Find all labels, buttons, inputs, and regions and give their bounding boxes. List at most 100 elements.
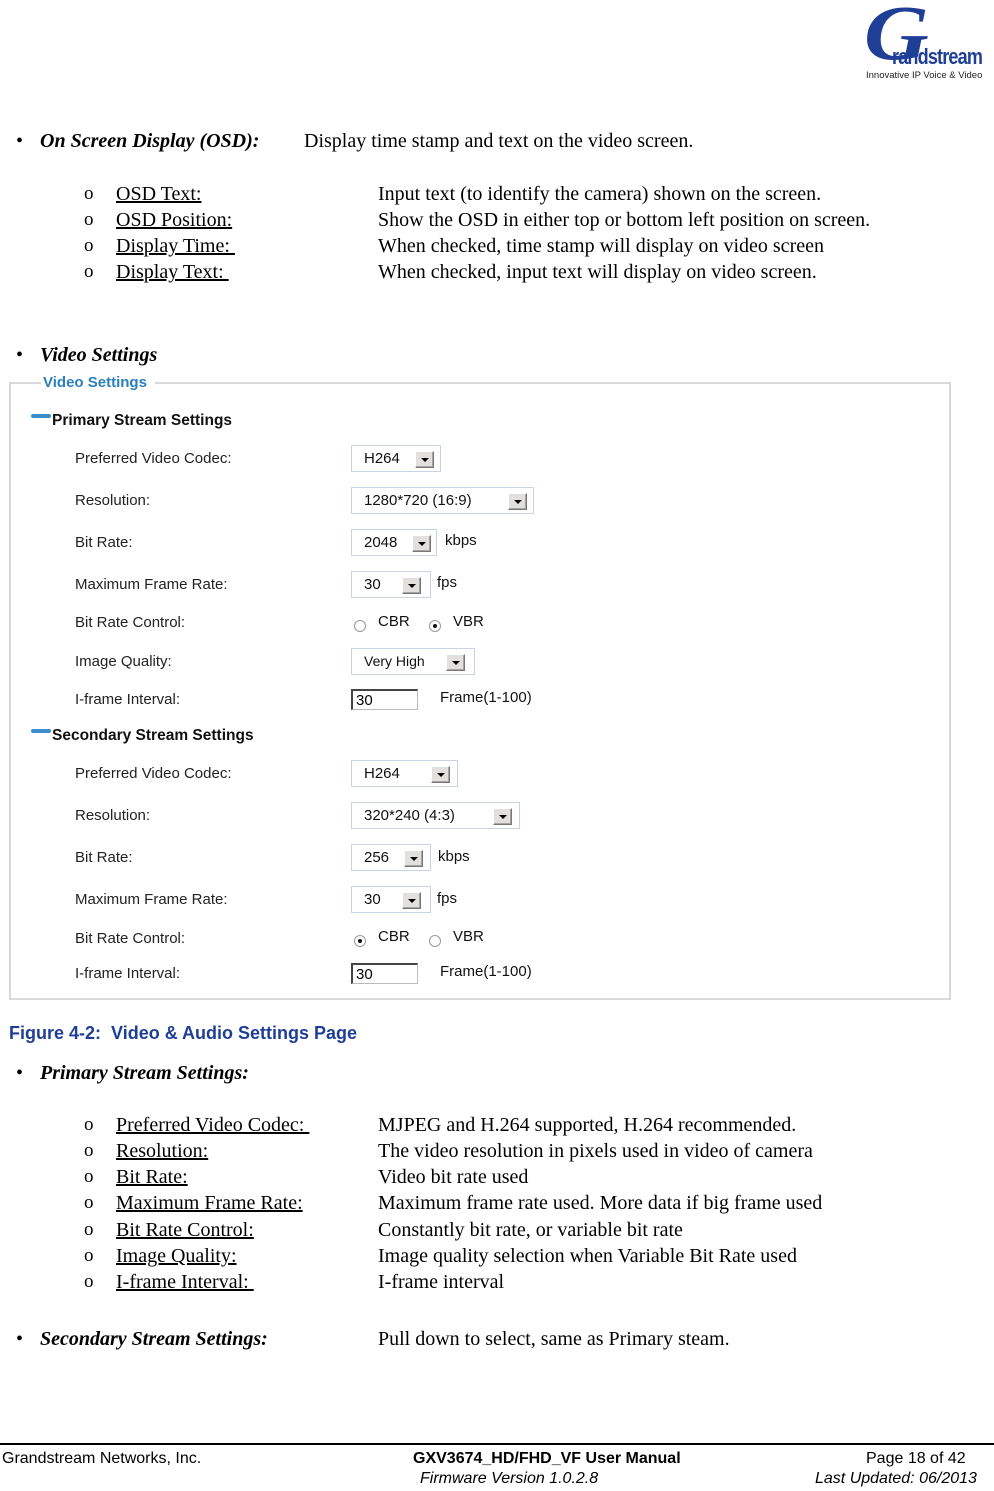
primary-iframe-input[interactable]	[351, 689, 418, 710]
secondary-framerate-select[interactable]: 30	[351, 886, 431, 913]
secondary-bitrate-select[interactable]: 256	[351, 844, 431, 871]
secondary-stream-section-toggle[interactable]: Secondary Stream Settings	[31, 727, 254, 745]
primary-resolution-select[interactable]: 1280*720 (16:9)	[351, 487, 534, 514]
footer-page-number: Page 18 of 42	[866, 1450, 966, 1467]
chevron-down-icon[interactable]	[431, 766, 450, 783]
secondary-iframe-input[interactable]	[351, 963, 418, 984]
resolution-label: Resolution:	[75, 807, 151, 824]
primary-stream-section-toggle[interactable]: Primary Stream Settings	[31, 412, 232, 430]
iframe-label: I-frame Interval:	[75, 691, 181, 708]
sub-bullet-icon: o	[84, 1140, 94, 1161]
osd-term: Display Text:	[116, 261, 229, 283]
cbr-label: CBR	[378, 613, 410, 630]
bitrate-unit: kbps	[445, 532, 477, 549]
chevron-down-icon[interactable]	[402, 892, 421, 909]
collapse-icon	[31, 728, 51, 733]
primary-term: Bit Rate:	[116, 1166, 188, 1188]
bitrate-label: Bit Rate:	[75, 534, 133, 551]
osd-term: OSD Text:	[116, 183, 202, 205]
bitrate-unit: kbps	[438, 848, 470, 865]
vbr-label: VBR	[453, 613, 484, 630]
bullet-icon: •	[16, 1328, 24, 1350]
logo-tagline: Innovative IP Voice & Video	[866, 70, 983, 81]
secondary-codec-select[interactable]: H264	[351, 760, 458, 787]
select-value: Very High	[364, 653, 425, 669]
grandstream-logo: G randstream Innovative IP Voice & Video	[858, 0, 994, 88]
footer-firmware: Firmware Version 1.0.2.8	[420, 1470, 599, 1487]
framerate-label: Maximum Frame Rate:	[75, 891, 228, 908]
framerate-label: Maximum Frame Rate:	[75, 576, 228, 593]
osd-description: Display time stamp and text on the video…	[304, 130, 694, 152]
select-value: 320*240 (4:3)	[364, 807, 455, 824]
quality-label: Image Quality:	[75, 653, 172, 670]
primary-bitrate-select[interactable]: 2048	[351, 529, 437, 556]
chevron-down-icon[interactable]	[446, 654, 465, 671]
vbr-label: VBR	[453, 928, 484, 945]
section-title: Secondary Stream Settings	[52, 727, 254, 744]
primary-vbr-radio[interactable]	[429, 620, 441, 632]
osd-desc: Input text (to identify the camera) show…	[378, 183, 822, 205]
secondary-stream-description: Pull down to select, same as Primary ste…	[378, 1328, 730, 1350]
osd-term: Display Time:	[116, 235, 235, 257]
section-title: Primary Stream Settings	[52, 412, 233, 429]
primary-cbr-radio[interactable]	[354, 620, 366, 632]
iframe-hint: Frame(1-100)	[440, 689, 532, 706]
primary-codec-select[interactable]: H264	[351, 445, 441, 472]
chevron-down-icon[interactable]	[415, 451, 434, 468]
framerate-unit: fps	[437, 574, 458, 591]
iframe-label: I-frame Interval:	[75, 965, 181, 982]
primary-desc: The video resolution in pixels used in v…	[378, 1140, 813, 1162]
chevron-down-icon[interactable]	[404, 850, 423, 867]
secondary-cbr-radio[interactable]	[354, 935, 366, 947]
bullet-icon: •	[16, 1062, 24, 1084]
chevron-down-icon[interactable]	[402, 577, 421, 594]
osd-heading: On Screen Display (OSD):	[40, 130, 260, 152]
brc-label: Bit Rate Control:	[75, 614, 186, 631]
sub-bullet-icon: o	[84, 1245, 94, 1266]
footer-divider	[0, 1443, 994, 1445]
figure-caption: Figure 4-2: Video & Audio Settings Page	[9, 1023, 358, 1043]
osd-desc: When checked, input text will display on…	[378, 261, 817, 283]
primary-stream-heading: Primary Stream Settings:	[40, 1062, 249, 1084]
primary-term: Image Quality:	[116, 1245, 237, 1267]
bullet-icon: •	[16, 344, 24, 366]
primary-term: I-frame Interval:	[116, 1271, 254, 1293]
select-value: H264	[364, 450, 400, 467]
framerate-unit: fps	[437, 890, 458, 907]
primary-term: Maximum Frame Rate:	[116, 1192, 303, 1214]
primary-desc: MJPEG and H.264 supported, H.264 recomme…	[378, 1114, 797, 1136]
sub-bullet-icon: o	[84, 1192, 94, 1213]
primary-term: Resolution:	[116, 1140, 209, 1162]
select-value: 30	[364, 576, 381, 593]
primary-desc: Constantly bit rate, or variable bit rat…	[378, 1219, 683, 1241]
footer-last-updated: Last Updated: 06/2013	[815, 1470, 977, 1487]
bitrate-label: Bit Rate:	[75, 849, 133, 866]
select-value: 256	[364, 849, 390, 866]
osd-desc: Show the OSD in either top or bottom lef…	[378, 209, 871, 231]
sub-bullet-icon: o	[84, 235, 94, 256]
footer-company: Grandstream Networks, Inc.	[2, 1450, 202, 1467]
bullet-icon: •	[16, 130, 24, 152]
brc-label: Bit Rate Control:	[75, 930, 186, 947]
logo-wordmark: randstream	[892, 44, 983, 69]
codec-label: Preferred Video Codec:	[75, 765, 232, 782]
primary-quality-select[interactable]: Very High	[351, 648, 475, 675]
video-settings-heading: Video Settings	[40, 344, 158, 366]
resolution-label: Resolution:	[75, 492, 151, 509]
secondary-vbr-radio[interactable]	[429, 935, 441, 947]
osd-term: OSD Position:	[116, 209, 233, 231]
primary-framerate-select[interactable]: 30	[351, 571, 431, 598]
select-value: 30	[364, 891, 381, 908]
select-value: 1280*720 (16:9)	[364, 492, 472, 509]
secondary-resolution-select[interactable]: 320*240 (4:3)	[351, 802, 520, 829]
chevron-down-icon[interactable]	[412, 535, 431, 552]
primary-desc: I-frame interval	[378, 1271, 505, 1293]
select-value: 2048	[364, 534, 398, 551]
chevron-down-icon[interactable]	[493, 808, 512, 825]
chevron-down-icon[interactable]	[508, 493, 527, 510]
primary-desc: Image quality selection when Variable Bi…	[378, 1245, 797, 1267]
cbr-label: CBR	[378, 928, 410, 945]
primary-desc: Video bit rate used	[378, 1166, 529, 1188]
sub-bullet-icon: o	[84, 1166, 94, 1187]
primary-term: Bit Rate Control:	[116, 1219, 254, 1241]
